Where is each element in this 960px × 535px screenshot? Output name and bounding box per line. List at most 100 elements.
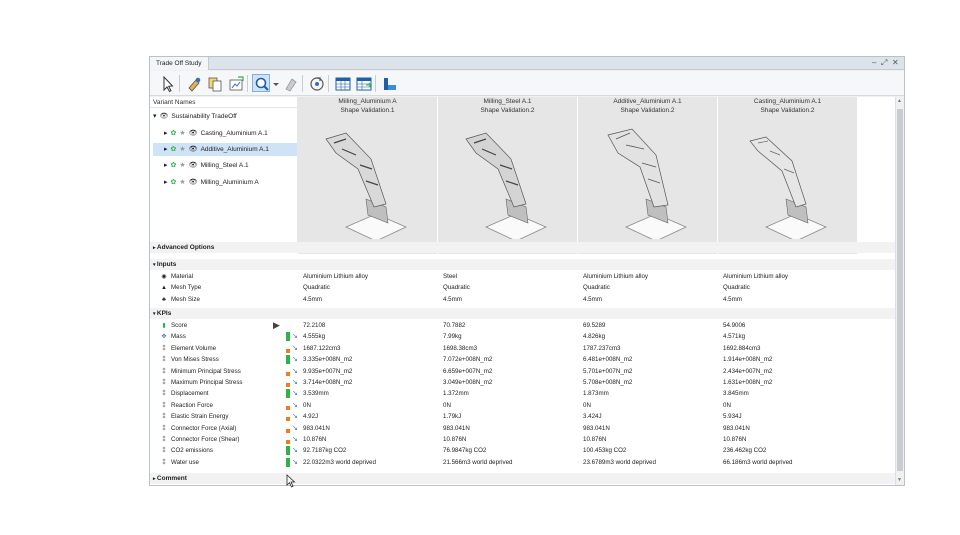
kpi-value[interactable]: 5.708e+008N_m2 — [583, 377, 632, 388]
input-value[interactable]: Quadratic — [443, 282, 470, 293]
kpi-value[interactable]: 3.335e+008N_m2 — [303, 354, 352, 365]
kpi-value[interactable]: 1.79kJ — [443, 411, 461, 422]
collapsed-arrow-icon[interactable]: ▸ — [164, 143, 168, 156]
kpi-value[interactable]: 1698.38cm3 — [443, 343, 477, 354]
variant-column[interactable]: Additive_Aluminium A.1 Shape Validation.… — [578, 97, 717, 254]
star-icon[interactable]: ★ — [179, 176, 185, 189]
variant-column[interactable]: Milling_Steel A.1 Shape Validation.2 — [438, 97, 577, 254]
input-value[interactable]: 4.5mm — [303, 294, 322, 305]
kpi-value[interactable]: 1692.884cm3 — [723, 343, 761, 354]
star-icon[interactable]: ★ — [179, 159, 185, 172]
input-value[interactable]: Quadratic — [303, 282, 330, 293]
kpi-value[interactable]: 100.453kg CO2 — [583, 445, 626, 456]
kpi-value[interactable]: 3.714e+008N_m2 — [303, 377, 352, 388]
tree-item-milling-aluminium[interactable]: ▸ ✿ ★ 👁 Milling_Aluminium A — [164, 176, 259, 189]
kpi-value[interactable]: 5.934J — [723, 411, 742, 422]
kpis-section[interactable]: ▾ KPIs — [150, 308, 895, 319]
kpi-value[interactable]: 3.539mm — [303, 388, 329, 399]
kpi-value[interactable]: 4.92J — [303, 411, 318, 422]
minimize-button[interactable]: – — [872, 57, 876, 69]
kpi-value[interactable]: 76.9847kg CO2 — [443, 445, 486, 456]
kpi-value[interactable]: 70.7882 — [443, 320, 465, 331]
kpi-value[interactable]: 1687.122cm3 — [303, 343, 341, 354]
expand-arrow-icon[interactable]: ▾ — [153, 110, 157, 123]
tree-item-milling-steel[interactable]: ▸ ✿ ★ 👁 Milling_Steel A.1 — [164, 159, 249, 172]
bar-chart-icon[interactable] — [380, 74, 398, 92]
inputs-section[interactable]: ▾ Inputs — [150, 259, 895, 270]
highlight-icon[interactable] — [281, 74, 299, 92]
kpi-value[interactable]: 1.631e+008N_m2 — [723, 377, 772, 388]
kpi-value[interactable]: 7.99kg — [443, 331, 462, 342]
kpi-value[interactable]: 21.566m3 world deprived — [443, 457, 512, 468]
kpi-value[interactable]: 66.186m3 world deprived — [723, 457, 792, 468]
kpi-value[interactable]: 983.041N — [443, 423, 470, 434]
scroll-thumb[interactable] — [897, 109, 903, 471]
kpi-value[interactable]: 22.0322m3 world deprived — [303, 457, 376, 468]
kpi-value[interactable]: 983.041N — [583, 423, 610, 434]
input-value[interactable]: 4.5mm — [583, 294, 602, 305]
kpi-value[interactable]: 54.9006 — [723, 320, 745, 331]
table-icon[interactable] — [333, 74, 351, 92]
kpi-value[interactable]: 1787.237cm3 — [583, 343, 621, 354]
kpi-value[interactable]: 1.914e+008N_m2 — [723, 354, 772, 365]
eye-icon[interactable]: 👁 — [189, 176, 198, 189]
collapsed-arrow-icon[interactable]: ▸ — [164, 176, 168, 189]
collapsed-arrow-icon[interactable]: ▸ — [164, 127, 168, 140]
maximize-button[interactable]: ⤢ — [881, 57, 887, 69]
close-button[interactable]: ✕ — [892, 57, 899, 69]
input-value[interactable]: 4.5mm — [443, 294, 462, 305]
kpi-value[interactable]: 6.481e+008N_m2 — [583, 354, 632, 365]
eye-icon[interactable]: 👁 — [189, 159, 198, 172]
kpi-value[interactable]: 0N — [723, 400, 731, 411]
kpi-value[interactable]: 3.845mm — [723, 388, 749, 399]
kpi-value[interactable]: 23.6789m3 world deprived — [583, 457, 656, 468]
search-zoom-icon[interactable] — [252, 74, 270, 92]
kpi-value[interactable]: 6.659e+007N_m2 — [443, 366, 492, 377]
tree-item-casting[interactable]: ▸ ✿ ★ 👁 Casting_Aluminium A.1 — [164, 127, 297, 140]
input-value[interactable]: Quadratic — [583, 282, 610, 293]
kpi-value[interactable]: 3.049e+008N_m2 — [443, 377, 492, 388]
kpi-value[interactable]: 92.7187kg CO2 — [303, 445, 346, 456]
eye-icon[interactable]: 👁 — [189, 143, 198, 156]
window-title-tab[interactable]: Trade Off Study — [150, 57, 209, 70]
kpi-value[interactable]: 4.826kg — [583, 331, 605, 342]
copy-icon[interactable] — [205, 74, 223, 92]
chart-export-icon[interactable] — [226, 74, 244, 92]
kpi-value[interactable]: 983.041N — [723, 423, 750, 434]
input-value[interactable]: Steel — [443, 271, 457, 282]
eye-icon[interactable]: 👁 — [189, 127, 198, 140]
variant-column[interactable]: Milling_Aluminium A Shape Validation.1 — [298, 97, 437, 254]
star-icon[interactable]: ★ — [179, 143, 185, 156]
kpi-value[interactable]: 10.876N — [723, 434, 746, 445]
vertical-scrollbar[interactable]: ▲ ▼ — [895, 97, 904, 485]
input-value[interactable]: Aluminium Lithium alloy — [583, 271, 648, 282]
dropdown-icon[interactable] — [271, 74, 279, 92]
kpi-value[interactable]: 7.072e+008N_m2 — [443, 354, 492, 365]
kpi-value[interactable]: 4.555kg — [303, 331, 325, 342]
comment-section[interactable]: ▸ Comment — [150, 473, 895, 484]
kpi-value[interactable]: 10.876N — [303, 434, 326, 445]
table-compare-icon[interactable] — [354, 74, 373, 92]
input-value[interactable]: Quadratic — [723, 282, 750, 293]
kpi-value[interactable]: 0N — [303, 400, 311, 411]
eye-icon[interactable]: 👁 — [160, 110, 169, 123]
paint-icon[interactable] — [184, 74, 202, 92]
kpi-value[interactable]: 10.876N — [443, 434, 466, 445]
refresh-icon[interactable] — [307, 74, 325, 92]
input-value[interactable]: Aluminium Lithium alloy — [723, 271, 788, 282]
kpi-value[interactable]: 4.571kg — [723, 331, 745, 342]
kpi-value[interactable]: 5.701e+007N_m2 — [583, 366, 632, 377]
kpi-value[interactable]: 69.5289 — [583, 320, 605, 331]
star-icon[interactable]: ★ — [179, 127, 185, 140]
kpi-value[interactable]: 9.935e+007N_m2 — [303, 366, 352, 377]
kpi-value[interactable]: 10.876N — [583, 434, 606, 445]
expand-score-icon[interactable]: ▶ — [273, 320, 280, 331]
select-arrow-icon[interactable] — [158, 74, 176, 93]
kpi-value[interactable]: 0N — [583, 400, 591, 411]
collapsed-arrow-icon[interactable]: ▸ — [164, 159, 168, 172]
input-value[interactable]: 4.5mm — [723, 294, 742, 305]
kpi-value[interactable]: 72.2108 — [303, 320, 325, 331]
tree-item-additive[interactable]: ▸ ✿ ★ 👁 Additive_Aluminium A.1 — [153, 143, 297, 156]
input-value[interactable]: Aluminium Lithium alloy — [303, 271, 368, 282]
advanced-options-section[interactable]: ▸ Advanced Options — [150, 242, 895, 253]
